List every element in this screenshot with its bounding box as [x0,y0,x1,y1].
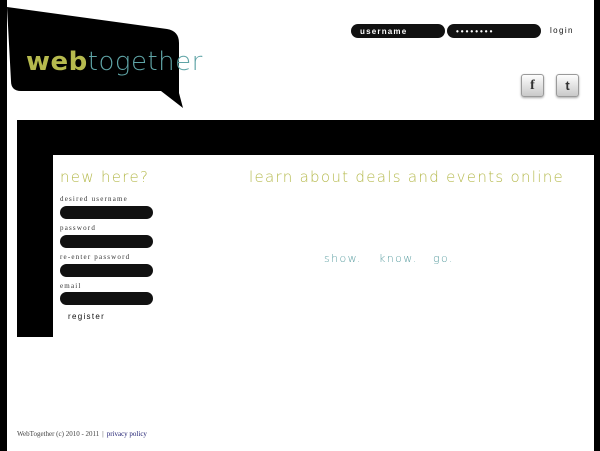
page: webtogether login f t new here? desired … [7,0,594,451]
email-input[interactable] [60,292,153,305]
twitter-glyph: t [565,78,570,93]
logo-text-web: web [26,47,88,77]
login-button[interactable]: login [550,26,574,35]
logo[interactable]: webtogether [7,7,202,112]
login-password-input[interactable] [447,24,541,38]
email-label: email [60,282,82,290]
reenter-password-label: re-enter password [60,253,131,261]
desired-username-input[interactable] [60,206,153,219]
facebook-glyph: f [530,77,535,93]
tagline-go: go. [433,252,454,265]
password-label: password [60,224,97,232]
logo-text-together: together [87,47,203,77]
main-headline: learn about deals and events online [249,168,565,186]
footer: WebTogether (c) 2010 - 2011 | privacy poli… [17,430,147,438]
header-band [17,120,594,155]
desired-username-label: desired username [60,195,128,203]
logo-wordmark: webtogether [26,47,203,77]
tagline-know: know. [379,252,418,265]
register-button[interactable]: register [68,312,105,321]
reenter-password-input[interactable] [60,264,153,277]
footer-separator: | [102,430,104,438]
tagline-show: show. [324,252,362,265]
facebook-icon[interactable]: f [521,74,544,97]
password-input[interactable] [60,235,153,248]
twitter-icon[interactable]: t [556,74,579,97]
privacy-policy-link[interactable]: privacy policy [107,430,147,438]
left-bar [17,120,53,337]
footer-copyright: WebTogether (c) 2010 - 2011 [17,430,100,438]
register-title: new here? [60,168,150,186]
login-username-input[interactable] [351,24,445,38]
